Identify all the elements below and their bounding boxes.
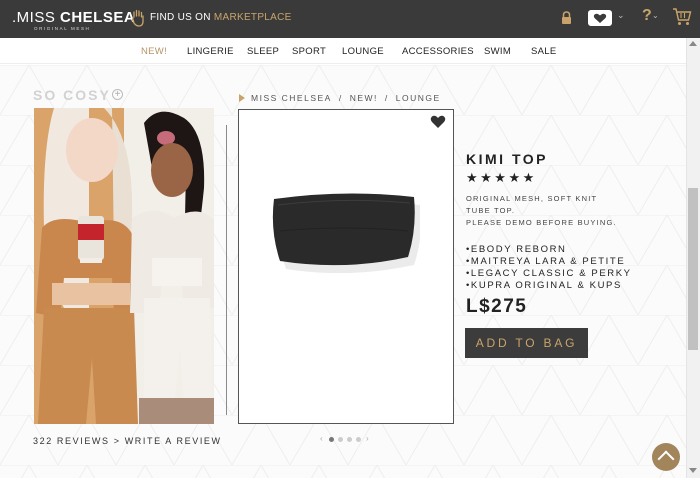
- add-to-bag-button[interactable]: ADD TO BAG: [465, 328, 588, 358]
- scroll-to-top-button[interactable]: [652, 443, 680, 471]
- scroll-up-arrow[interactable]: [689, 41, 697, 46]
- breadcrumb-arrow-icon: [239, 94, 245, 102]
- product-image: [272, 193, 420, 273]
- nav-item-lounge[interactable]: LOUNGE: [342, 46, 384, 57]
- help-icon[interactable]: ?: [642, 7, 652, 25]
- nav-item-sleep[interactable]: SLEEP: [247, 46, 279, 57]
- brand-logo[interactable]: .MISS CHELSEA ORIGINAL MESH: [12, 9, 136, 31]
- reviews-bar: 322 REVIEWS > WRITE A REVIEW: [33, 436, 222, 446]
- lookbook-title: SO COSY: [33, 87, 111, 103]
- wishlist-heart-icon[interactable]: [588, 10, 612, 26]
- carousel-dot[interactable]: [338, 437, 343, 442]
- reviews-link[interactable]: 322 REVIEWS: [33, 436, 110, 446]
- marketplace-link[interactable]: FIND US ON MARKETPLACE: [150, 12, 292, 23]
- nav-item-sale[interactable]: SALE: [531, 46, 557, 57]
- lookbook-illustration: [34, 108, 214, 424]
- lock-icon[interactable]: [561, 11, 572, 24]
- carousel-dot[interactable]: [356, 437, 361, 442]
- chevron-down-icon[interactable]: ⌄: [652, 11, 659, 20]
- column-divider: [226, 125, 227, 415]
- breadcrumb-item[interactable]: MISS CHELSEA: [251, 93, 332, 103]
- breadcrumb: MISS CHELSEA / NEW! / LOUNGE: [251, 93, 441, 103]
- reviews-separator: >: [113, 436, 121, 446]
- breadcrumb-item[interactable]: LOUNGE: [396, 93, 441, 103]
- nav-item-new[interactable]: NEW!: [141, 46, 167, 57]
- carousel-prev-icon[interactable]: ‹: [320, 434, 323, 443]
- top-bar: .MISS CHELSEA ORIGINAL MESH FIND US ON M…: [0, 0, 700, 38]
- scroll-down-arrow[interactable]: [689, 468, 697, 473]
- body-item: •MAITREYA LARA & PETITE: [466, 256, 626, 267]
- product-description: ORIGINAL MESH, SOFT KNIT TUBE TOP. PLEAS…: [466, 194, 617, 227]
- carousel-next-icon[interactable]: ›: [366, 434, 369, 443]
- carousel-dot[interactable]: [347, 437, 352, 442]
- write-review-link[interactable]: WRITE A REVIEW: [125, 436, 222, 446]
- chevron-down-icon[interactable]: ⌄: [617, 10, 625, 21]
- nav-item-lingerie[interactable]: LINGERIE: [187, 46, 234, 57]
- product-price: L$275: [466, 296, 528, 317]
- rating-stars: ★★★★★: [466, 170, 537, 185]
- cart-icon[interactable]: [672, 6, 692, 28]
- heart-icon[interactable]: [430, 115, 446, 129]
- body-item: •KUPRA ORIGINAL & KUPS: [466, 280, 622, 291]
- lookbook-image[interactable]: [34, 108, 214, 424]
- nav-item-swim[interactable]: SWIM: [484, 46, 511, 57]
- hand-icon: [132, 9, 144, 27]
- breadcrumb-item[interactable]: NEW!: [350, 93, 378, 103]
- logo-subtitle: ORIGINAL MESH: [34, 26, 91, 31]
- plus-icon[interactable]: +: [112, 89, 123, 100]
- product-name: KIMI TOP: [466, 151, 548, 167]
- logo-text: .MISS CHELSEA: [12, 9, 136, 26]
- nav-item-sport[interactable]: SPORT: [292, 46, 326, 57]
- body-item: •LEGACY CLASSIC & PERKY: [466, 268, 632, 279]
- scroll-thumb[interactable]: [688, 188, 698, 350]
- carousel-dot[interactable]: [329, 437, 334, 442]
- nav-item-accessories[interactable]: ACCESSORIES: [402, 46, 474, 57]
- compatible-bodies-list: •EBODY REBORN •MAITREYA LARA & PETITE •L…: [466, 244, 632, 292]
- body-item: •EBODY REBORN: [466, 244, 567, 255]
- main-nav: NEW! LINGERIE SLEEP SPORT LOUNGE ACCESSO…: [0, 38, 686, 64]
